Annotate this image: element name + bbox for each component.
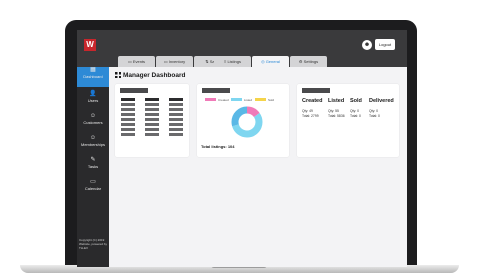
card-title-placeholder — [302, 88, 330, 93]
sold-total: Total: 0 — [350, 114, 361, 118]
app-logo[interactable]: W — [84, 39, 96, 51]
table-cell — [169, 128, 183, 131]
card-title-placeholder — [120, 88, 148, 93]
tab-settings[interactable]: ⚙ Settings — [290, 56, 327, 67]
table-cell — [169, 133, 183, 136]
sidebar-item-label: Users — [87, 98, 99, 103]
grid-icon: ▦ — [90, 67, 96, 73]
table-header-cell — [121, 98, 135, 101]
legend-swatch — [231, 98, 242, 101]
table-cell — [169, 123, 183, 126]
table-header-cell — [145, 98, 159, 101]
tab-events[interactable]: ▭ Events — [118, 56, 155, 67]
calendar-icon: ▭ — [90, 179, 96, 185]
tab-listings[interactable]: ≡ Listings — [214, 56, 251, 67]
avatar[interactable]: ☻ — [362, 40, 372, 50]
stats-card: Created Listed Sold Delivered Qty: 49 To… — [297, 84, 399, 157]
table-cell — [169, 103, 183, 106]
table-cell — [121, 128, 135, 131]
table-cell — [121, 133, 135, 136]
grid-icon — [115, 72, 121, 78]
table-cell — [145, 133, 159, 136]
copyright-text: Copyright (C) 2019 Website, powered by T… — [79, 238, 107, 250]
table-cell — [121, 103, 135, 106]
sidebar-item-dashboard[interactable]: ▦ Dashboard — [77, 67, 109, 87]
listed-qty: Qty: 55 — [328, 109, 339, 113]
sidebar: ▦ Dashboard 👤 Users ☺ Customers ☺ Member… — [77, 67, 109, 267]
table-cell — [145, 128, 159, 131]
sidebar-item-label: Tasks — [87, 164, 99, 169]
table-cell — [145, 123, 159, 126]
table-card — [115, 84, 189, 157]
table-cell — [121, 118, 135, 121]
listed-total: Total: 5836 — [328, 114, 345, 118]
delivered-qty: Qty: 0 — [369, 109, 379, 113]
created-total: Total: 2799 — [302, 114, 319, 118]
table-column — [145, 98, 159, 138]
sidebar-item-tasks[interactable]: ✎ Tasks — [77, 157, 109, 177]
table-cell — [121, 108, 135, 111]
table-cell — [145, 118, 159, 121]
table-cell — [145, 103, 159, 106]
sidebar-item-label: Customers — [83, 120, 103, 125]
tab-inventory[interactable]: ▭ Inventory — [156, 56, 193, 67]
sidebar-item-users[interactable]: 👤 Users — [77, 91, 109, 111]
stat-header-listed: Listed — [328, 98, 345, 104]
created-qty: Qty: 49 — [302, 109, 313, 113]
legend-listed: Listed — [231, 98, 252, 102]
stat-header-created: Created — [302, 98, 323, 104]
tab-general[interactable]: ◎ General — [252, 56, 289, 67]
user-icon: 👤 — [89, 91, 97, 97]
total-listings: Total listings: 104 — [201, 144, 235, 149]
sidebar-item-label: Memberships — [80, 142, 105, 147]
listings-chart-card: Created Listed Sold Total listings: 104 — [197, 84, 289, 157]
table-cell — [169, 118, 183, 121]
page-title: Manager Dashboard — [115, 72, 186, 79]
sold-qty: Qty: 0 — [350, 109, 360, 113]
table-cell — [145, 113, 159, 116]
sidebar-item-label: Dashboard — [83, 74, 103, 79]
tasks-icon: ✎ — [90, 157, 96, 163]
table-column — [121, 98, 135, 138]
main-content: Manager Dashboard Created Listed Sold To… — [109, 67, 407, 267]
stat-header-sold: Sold — [350, 98, 362, 104]
table-header-cell — [169, 98, 183, 101]
sidebar-item-memberships[interactable]: ☺ Memberships — [77, 135, 109, 155]
customers-icon: ☺ — [89, 113, 97, 119]
logout-button[interactable]: Logout — [375, 39, 395, 50]
table-cell — [121, 113, 135, 116]
table-cell — [121, 123, 135, 126]
legend-swatch — [205, 98, 216, 101]
membership-icon: ☺ — [89, 135, 97, 141]
stat-header-delivered: Delivered — [369, 98, 394, 104]
legend-sold: Sold — [255, 98, 274, 102]
sidebar-item-calendar[interactable]: ▭ Calendar — [77, 179, 109, 199]
legend-created: Created — [205, 98, 229, 102]
card-title-placeholder — [202, 88, 230, 93]
legend-swatch — [255, 98, 266, 101]
table-cell — [169, 113, 183, 116]
table-cell — [169, 108, 183, 111]
table-column — [169, 98, 183, 138]
app-screen: W ☻ Logout ▭ Events ▭ Inventory ⇅ Sales … — [77, 30, 407, 267]
sidebar-item-label: Calendar — [84, 186, 102, 191]
table-cell — [145, 108, 159, 111]
donut-chart — [231, 106, 263, 138]
delivered-total: Total: 0 — [369, 114, 380, 118]
sidebar-item-customers[interactable]: ☺ Customers — [77, 113, 109, 133]
